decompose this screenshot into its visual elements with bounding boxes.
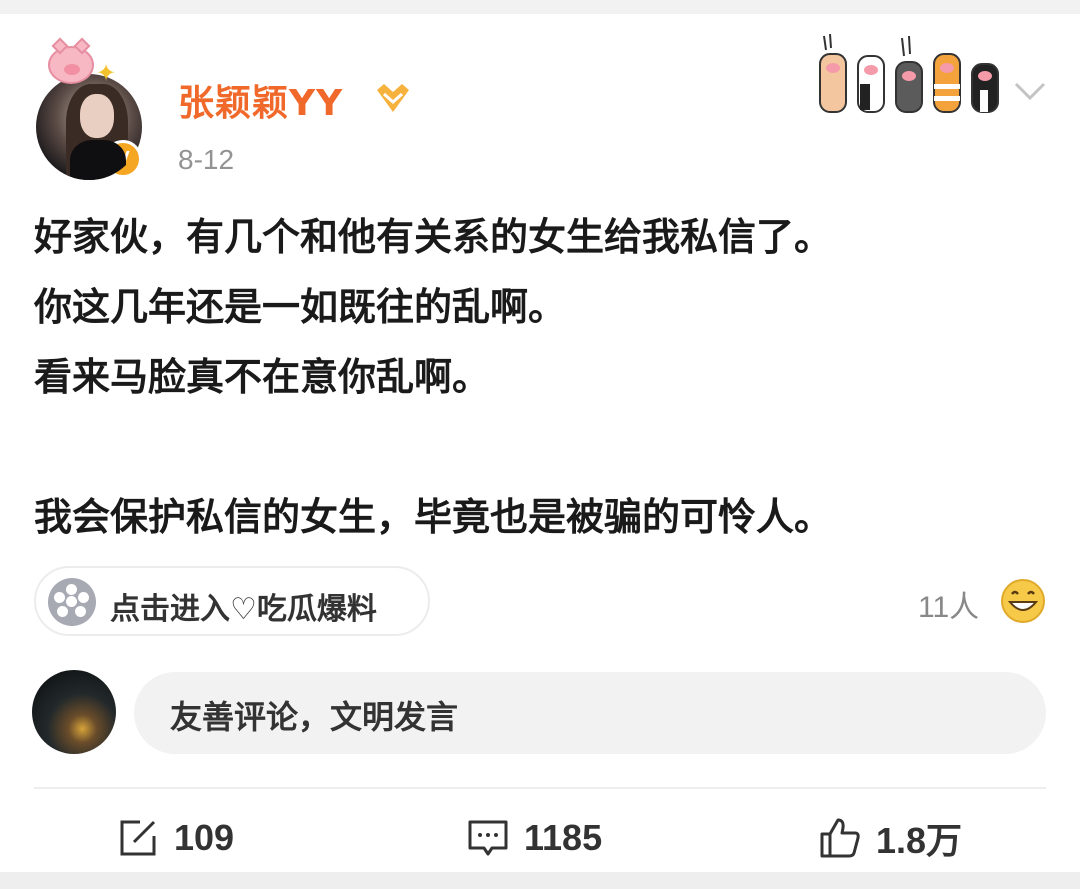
- comment-count: 1185: [524, 817, 603, 858]
- comment-placeholder: 友善评论，文明发言: [170, 698, 459, 736]
- bottom-strip: [0, 872, 1080, 889]
- supertopic-link[interactable]: 点击进入♡吃瓜爆料: [34, 566, 430, 636]
- cat-paws-decoration-icon: [819, 34, 999, 113]
- current-user-avatar[interactable]: [32, 670, 116, 754]
- grin-emoji-icon[interactable]: [1000, 578, 1046, 624]
- post-content: 好家伙，有几个和他有关系的女生给我私信了。 你这几年还是一如既往的乱啊。 看来马…: [34, 202, 1044, 552]
- post-line: 你这几年还是一如既往的乱啊。: [34, 285, 567, 329]
- crown-deco-icon: ✦: [96, 59, 117, 87]
- comment-icon: [468, 820, 508, 856]
- post-date: 8-12: [178, 144, 235, 175]
- repost-count: 109: [174, 817, 235, 858]
- like-count: 1.8万: [876, 820, 963, 861]
- chevron-down-icon[interactable]: [1010, 76, 1050, 106]
- post-line: 好家伙，有几个和他有关系的女生给我私信了。: [34, 215, 833, 259]
- thumbs-up-icon: [820, 818, 860, 858]
- repost-icon: [120, 820, 156, 856]
- divider: [34, 787, 1046, 789]
- repost-button[interactable]: 109: [116, 810, 234, 866]
- post-line: 看来马脸真不在意你乱啊。: [34, 355, 491, 399]
- author-name[interactable]: 张颖颖YY: [178, 74, 343, 126]
- like-button[interactable]: 1.8万: [818, 810, 962, 866]
- pig-pendant-icon: [48, 37, 94, 84]
- post-line: 我会保护私信的女生，毕竟也是被骗的可怜人。: [34, 495, 833, 539]
- reaction-count[interactable]: 11人: [918, 582, 979, 626]
- post-line: [34, 412, 1044, 482]
- weibo-post-card: ✦ V 张颖颖YY 8-12: [0, 14, 1080, 872]
- comment-input[interactable]: 友善评论，文明发言: [134, 672, 1046, 754]
- comment-button[interactable]: 1185: [466, 810, 602, 866]
- supertopic-label: 点击进入♡吃瓜爆料: [110, 592, 377, 627]
- vip-member-icon: [377, 84, 409, 112]
- supertopic-icon: [48, 578, 96, 626]
